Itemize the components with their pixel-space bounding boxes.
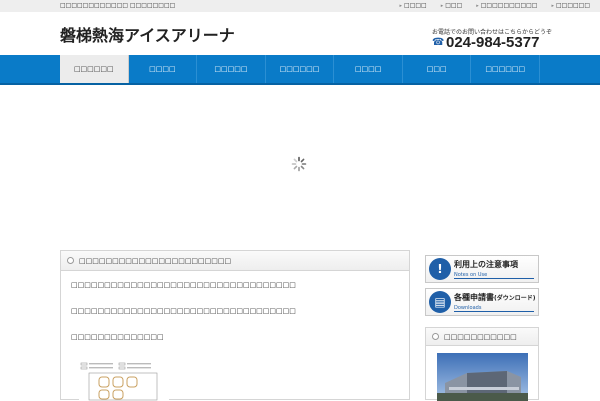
facility-photo[interactable] bbox=[437, 353, 528, 401]
nav-item-home[interactable]: □□□□□□ bbox=[60, 55, 129, 83]
sidebar-facility-box: □□□□□□□□□□□ bbox=[425, 327, 539, 401]
site-header: 磐梯熱海アイスアリーナ お電話でのお問い合わせはこちらからどうぞ ☎ 024-9… bbox=[0, 12, 600, 55]
downloads-title-small: (ダウンロード) bbox=[494, 295, 536, 302]
top-bar: □□□□□□□□□□□□ □□□□□□□□ □□□□ □□□ □□□□□□□□□… bbox=[0, 0, 600, 12]
paragraph: □□□□□□□□□□□□□□□□□□□□□□□□□□□□□□□□□□ bbox=[71, 307, 296, 315]
sidebar-box-heading: □□□□□□□□□□□ bbox=[426, 328, 538, 346]
top-link[interactable]: □□□ bbox=[441, 2, 462, 9]
phone-contact: ☎ 024-984-5377 bbox=[432, 34, 539, 51]
main-heading: □□□□□□□□□□□□□□□□□□□□□□□ bbox=[61, 251, 409, 271]
floor-plan-image bbox=[79, 361, 169, 401]
global-nav: □□□□□□ □□□□ □□□□□ □□□□□□ □□□□ □□□ □□□□□□ bbox=[0, 55, 600, 85]
loading-spinner-icon bbox=[291, 156, 307, 172]
paragraph: □□□□□□□□□□□□□□□□□□□□□□□□□□□□□□□□□□ bbox=[71, 281, 296, 289]
notes-on-use-button[interactable]: ! 利用上の注意事項 Notes on Use bbox=[425, 255, 539, 283]
nav-item-7[interactable]: □□□□□□ bbox=[471, 55, 541, 83]
warning-icon: ! bbox=[429, 258, 451, 280]
top-link[interactable]: □□□□□□ bbox=[551, 2, 590, 9]
nav-item-4[interactable]: □□□□□□ bbox=[266, 55, 335, 83]
nav-item-6[interactable]: □□□ bbox=[403, 55, 472, 83]
paragraph: □□□□□□□□□□□□□□ bbox=[71, 333, 164, 341]
circle-bullet-icon bbox=[432, 333, 439, 340]
site-title-logo[interactable]: 磐梯熱海アイスアリーナ bbox=[60, 22, 235, 46]
top-link[interactable]: □□□□ bbox=[400, 2, 427, 9]
main-heading-text: □□□□□□□□□□□□□□□□□□□□□□□ bbox=[79, 256, 232, 265]
downloads-title: 各種申請書(ダウンロード) bbox=[454, 293, 536, 302]
document-icon: ▤ bbox=[429, 291, 451, 313]
top-link[interactable]: □□□□□□□□□□ bbox=[476, 2, 538, 9]
nav-item-3[interactable]: □□□□□ bbox=[197, 55, 266, 83]
downloads-button[interactable]: ▤ 各種申請書(ダウンロード) Downloads bbox=[425, 288, 539, 316]
site-tagline: □□□□□□□□□□□□ □□□□□□□□ bbox=[60, 2, 176, 9]
nav-item-5[interactable]: □□□□ bbox=[334, 55, 403, 83]
sidebar-box-heading-text: □□□□□□□□□□□ bbox=[444, 332, 517, 341]
main-content-box: □□□□□□□□□□□□□□□□□□□□□□□ □□□□□□□□□□□□□□□□… bbox=[60, 250, 410, 401]
divider bbox=[454, 311, 534, 312]
notes-title: 利用上の注意事項 bbox=[454, 260, 518, 269]
nav-item-2[interactable]: □□□□ bbox=[129, 55, 198, 83]
divider bbox=[454, 278, 534, 279]
phone-icon: ☎ bbox=[432, 37, 445, 48]
phone-number[interactable]: 024-984-5377 bbox=[446, 34, 539, 51]
circle-bullet-icon bbox=[67, 257, 74, 264]
top-links: □□□□ □□□ □□□□□□□□□□ □□□□□□ bbox=[400, 2, 590, 9]
